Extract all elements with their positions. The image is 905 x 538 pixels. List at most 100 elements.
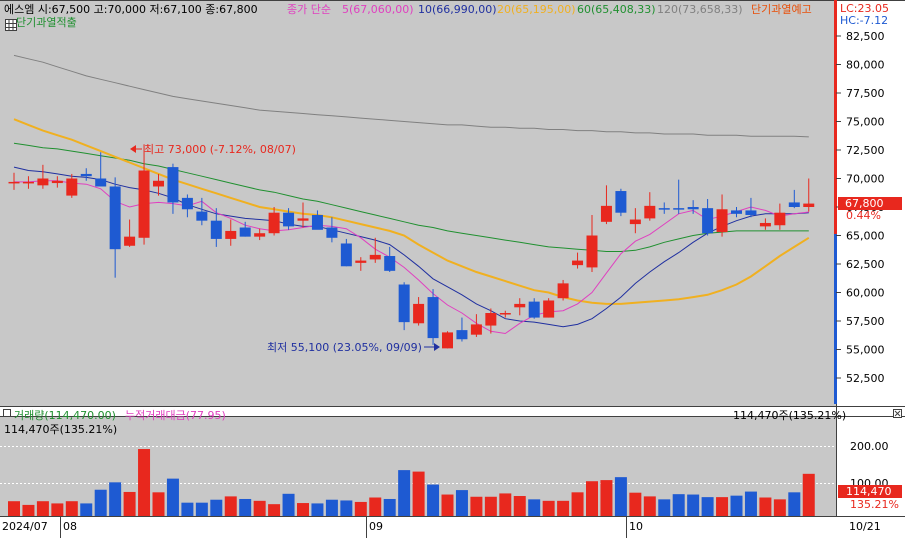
candle-body	[572, 260, 584, 266]
price-tick-label: 55,000	[846, 344, 885, 357]
candle-body	[80, 173, 92, 177]
volume-bar	[8, 501, 20, 516]
candle-body	[340, 243, 352, 267]
overheat-label: 단기과열적출	[16, 16, 77, 29]
volume-bar	[123, 491, 136, 516]
volume-bar	[297, 503, 309, 516]
grid-toggle-icon[interactable]	[5, 19, 17, 31]
ma10-legend[interactable]: 10(66,990,00)	[418, 3, 497, 16]
volume-bar	[528, 499, 541, 516]
volume-bar	[398, 470, 411, 516]
candle-body	[803, 203, 815, 207]
volume-bar	[716, 497, 729, 516]
ma-label: 종가 단순	[287, 3, 331, 16]
volume-bar	[672, 494, 685, 516]
change-percent: 0.44%	[846, 209, 881, 222]
candle-body	[210, 220, 222, 239]
candle-body	[283, 212, 295, 227]
date-label-aug: 08	[63, 520, 77, 533]
volume-bar	[311, 503, 324, 516]
volume-bar	[152, 492, 165, 516]
candle-body	[716, 209, 728, 233]
volume-settings-icon[interactable]	[3, 409, 11, 417]
volume-bar	[94, 489, 107, 516]
candle-body	[22, 181, 34, 184]
date-label-start: 2024/07	[2, 520, 48, 533]
volume-bar	[470, 496, 483, 516]
volume-bar	[354, 501, 367, 516]
volume-bar	[80, 503, 93, 516]
volume-bar	[239, 498, 252, 516]
candle-body	[600, 205, 612, 222]
volume-title: 거래량(114,470.00)	[14, 409, 116, 422]
date-label-sep: 09	[369, 520, 383, 533]
volume-bar	[51, 503, 64, 516]
warning-notice: 단기과열예고	[751, 3, 812, 16]
range-bar-up	[834, 0, 837, 234]
volume-bar	[658, 499, 671, 516]
candle-body	[745, 210, 757, 215]
price-tick-label: 57,500	[846, 315, 885, 328]
volume-bar	[600, 480, 613, 516]
candle-body	[95, 178, 107, 187]
volume-bar	[759, 497, 772, 516]
ma5-legend[interactable]: 5(67,060,00)	[342, 3, 414, 16]
candle-body	[658, 208, 670, 210]
candle-body	[254, 233, 266, 237]
candle-body	[225, 230, 237, 239]
volume-axis-200: 200.00	[850, 440, 889, 453]
volume-bar	[788, 492, 801, 516]
candle-body	[66, 178, 78, 196]
volume-bar	[253, 500, 266, 516]
volume-bar	[499, 493, 512, 516]
last-volume: 114,470	[846, 485, 892, 498]
candle-body	[456, 330, 468, 340]
volume-bar	[614, 477, 627, 516]
volume-bar	[181, 502, 194, 516]
cum-amount-title: 누적거래대금(77.95)	[125, 409, 226, 422]
volume-bar	[340, 500, 353, 516]
price-tick-label: 82,500	[846, 30, 885, 43]
ma60-legend[interactable]: 60(65,408,33)	[577, 3, 656, 16]
stock-info: 에스엠 시:67,500 고:70,000 저:67,100 종:67,800	[4, 3, 258, 16]
volume-bar	[65, 501, 78, 516]
stock-chart[interactable]: 에스엠 시:67,500 고:70,000 저:67,100 종:67,800 …	[0, 0, 905, 538]
candle-body	[124, 236, 136, 246]
date-axis-background	[0, 516, 905, 538]
close-icon[interactable]	[893, 409, 902, 418]
volume-bar	[629, 492, 642, 516]
volume-bar	[484, 496, 497, 516]
volume-bar	[210, 499, 223, 516]
date-label-oct: 10	[629, 520, 643, 533]
candle-body	[109, 186, 121, 250]
ma20-legend[interactable]: 20(65,195,00)	[497, 3, 576, 16]
candle-body	[37, 178, 49, 186]
price-tick-label: 77,500	[846, 87, 885, 100]
candle-body	[8, 181, 20, 184]
volume-bar	[36, 501, 49, 516]
low-annotation-text: 최저 55,100 (23.05%, 09/09)	[267, 341, 422, 354]
price-tick-label: 72,500	[846, 144, 885, 157]
candle-body	[774, 212, 786, 226]
candle-body	[239, 227, 251, 237]
candle-body	[499, 313, 511, 315]
volume-bar	[701, 497, 714, 516]
candle-body	[543, 300, 555, 318]
high-annotation-text: 최고 73,000 (-7.12%, 08/07)	[144, 143, 296, 156]
volume-bar	[542, 500, 555, 516]
candle-body	[196, 211, 208, 221]
volume-bar	[557, 500, 570, 516]
candle-body	[268, 212, 280, 234]
volume-bar	[109, 482, 122, 516]
ma120-legend[interactable]: 120(73,658,33)	[657, 3, 743, 16]
candle-body	[788, 202, 800, 207]
volume-sub-left: 114,470주(135.21%)	[4, 423, 117, 436]
chart-background	[0, 0, 905, 538]
low-annotation: 최저 55,100 (23.05%, 09/09)	[267, 341, 440, 354]
candle-body	[398, 284, 410, 323]
volume-bar	[383, 498, 396, 516]
price-tick-label: 52,500	[846, 372, 885, 385]
volume-bar	[166, 478, 179, 516]
price-tick-label: 65,000	[846, 230, 885, 243]
volume-bar	[282, 493, 295, 516]
